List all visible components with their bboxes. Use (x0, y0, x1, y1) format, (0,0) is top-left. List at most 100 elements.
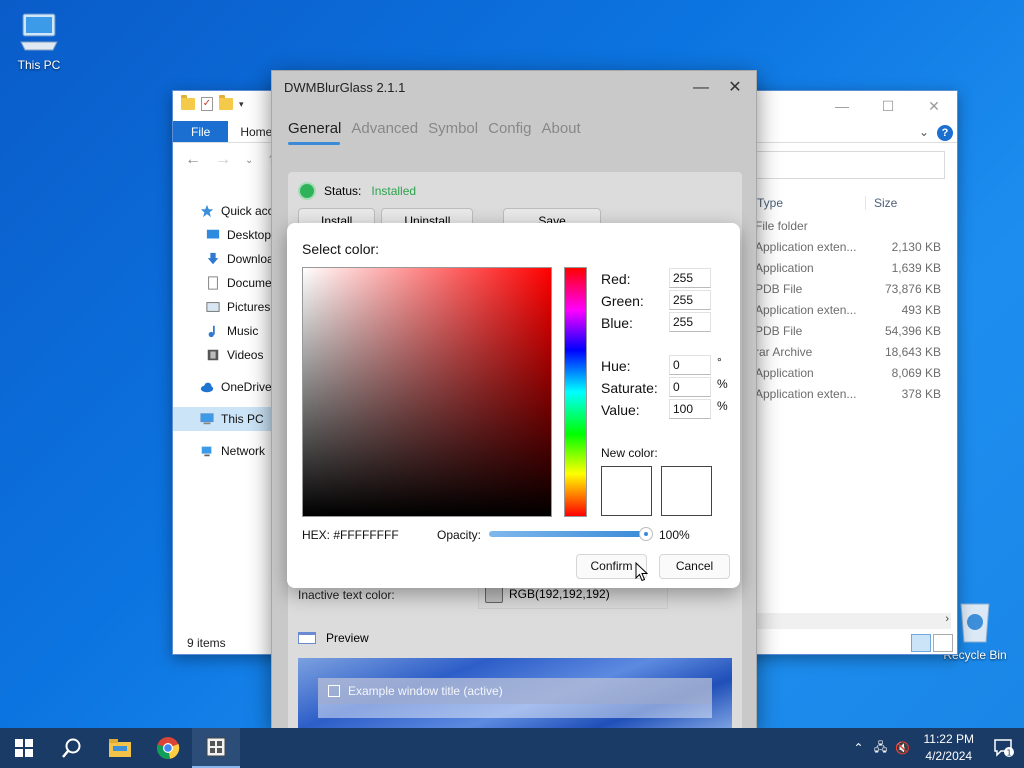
file-size-cell: 378 KB (901, 386, 941, 401)
active-tab-indicator (288, 142, 340, 145)
file-row[interactable]: PDB File 73,876 KB (755, 278, 957, 299)
minimize-icon[interactable]: — (819, 91, 865, 121)
file-type-cell: Application (755, 260, 814, 275)
file-size-cell: 8,069 KB (891, 365, 941, 380)
file-explorer-taskbar-button[interactable] (96, 728, 144, 768)
color-picker-dialog[interactable]: Select color: Red: 255 Green: 255 Blue: … (287, 223, 740, 588)
file-type-cell: Application exten... (755, 302, 857, 317)
action-center-button[interactable]: 1 (984, 738, 1024, 758)
sidebar-item-onedrive[interactable]: OneDrive (173, 375, 273, 399)
large-icons-view-icon[interactable] (933, 634, 953, 652)
details-view-icon[interactable] (911, 634, 931, 652)
sidebar-item-network[interactable]: Network (173, 439, 273, 463)
file-rows: File folder Application exten... 2,130 KB A… (755, 215, 957, 404)
new-color-preview (601, 466, 652, 516)
sidebar-item-label: Quick access (221, 204, 273, 218)
customize-arrow-icon[interactable]: ▾ (239, 99, 244, 110)
back-arrow-icon[interactable]: ← (185, 151, 201, 169)
sidebar-item-music[interactable]: Music (173, 319, 273, 343)
cloud-icon (200, 382, 214, 393)
preview-window-title: Example window title (active) (348, 684, 503, 698)
properties-icon[interactable]: ✓ (201, 97, 213, 111)
value-field[interactable]: 100 (669, 399, 711, 419)
desktop-icon-this-pc[interactable]: This PC (4, 10, 74, 72)
sidebar-item-desktop[interactable]: Desktop (173, 223, 273, 247)
sidebar-item-downloads[interactable]: Downloads (173, 247, 273, 271)
file-type-cell: Application exten... (755, 239, 857, 254)
windows-logo-icon (15, 739, 33, 757)
file-type-cell: Application exten... (755, 386, 857, 401)
opacity-slider-thumb[interactable] (639, 527, 653, 541)
sidebar-item-pictures[interactable]: Pictures (173, 295, 273, 319)
tab-about[interactable]: About (541, 120, 580, 137)
opacity-value: 100% (659, 528, 690, 542)
old-color-preview (661, 466, 712, 516)
tab-file[interactable]: File (173, 121, 229, 142)
hue-label: Hue: (601, 358, 631, 374)
preview-wallpaper: Example window title (active) (298, 658, 732, 729)
chrome-icon (156, 737, 180, 759)
network-tray-icon[interactable]: 🖧 (870, 738, 892, 759)
sidebar-item-videos[interactable]: Videos (173, 343, 273, 367)
scroll-right-icon[interactable]: › (945, 613, 949, 625)
tab-general[interactable]: General (288, 120, 341, 137)
horizontal-scrollbar[interactable]: › (755, 613, 951, 629)
search-icon (62, 738, 81, 758)
sidebar-item-quick-access[interactable]: Quick access (173, 199, 273, 223)
minimize-icon[interactable]: — (684, 73, 718, 103)
explorer-window-controls: — ☐ ✕ (819, 91, 957, 121)
file-size-cell: 54,396 KB (884, 323, 941, 338)
green-field[interactable]: 255 (669, 290, 711, 310)
tab-advanced[interactable]: Advanced (351, 120, 418, 137)
status-indicator-icon (300, 184, 314, 198)
hue-slider[interactable] (564, 267, 587, 517)
document-icon (208, 276, 218, 290)
column-header-size[interactable]: Size (865, 196, 945, 210)
column-headers: Type Size (755, 191, 957, 215)
column-header-type[interactable]: Type (755, 196, 865, 210)
maximize-icon[interactable]: ☐ (865, 91, 911, 121)
file-row[interactable]: rar Archive 18,643 KB (755, 341, 957, 362)
recent-chevron-icon[interactable]: ⌄ (245, 155, 253, 166)
saturate-field[interactable]: 0 (669, 377, 711, 397)
clock-time: 11:22 PM (923, 732, 974, 746)
show-hidden-icons-icon[interactable]: ⌃ (848, 741, 870, 755)
saturation-value-area[interactable] (302, 267, 552, 517)
window-controls: — ✕ (684, 73, 752, 103)
close-icon[interactable]: ✕ (911, 91, 957, 121)
file-row[interactable]: PDB File 54,396 KB (755, 320, 957, 341)
hue-field[interactable]: 0 (669, 355, 711, 375)
file-row[interactable]: Application exten... 493 KB (755, 299, 957, 320)
green-label: Green: (601, 293, 644, 309)
new-folder-icon[interactable] (219, 95, 233, 110)
blue-label: Blue: (601, 315, 633, 331)
sidebar-item-this-pc[interactable]: This PC (173, 407, 273, 431)
file-type-cell: rar Archive (755, 344, 813, 359)
search-input[interactable] (755, 151, 945, 179)
file-row[interactable]: File folder (755, 215, 957, 236)
opacity-slider[interactable] (489, 531, 649, 537)
cancel-button[interactable]: Cancel (659, 554, 730, 579)
search-button[interactable] (48, 728, 96, 768)
help-icon[interactable]: ? (937, 125, 953, 141)
navigation-pane: Quick access Desktop Downloads Documents… (173, 199, 273, 463)
dwmblurglass-taskbar-button[interactable] (192, 728, 240, 768)
status-item-count: 9 items (187, 636, 226, 650)
close-icon[interactable]: ✕ (718, 73, 752, 103)
clock[interactable]: 11:22 PM 4/2/2024 (914, 731, 984, 765)
red-field[interactable]: 255 (669, 268, 711, 288)
blue-field[interactable]: 255 (669, 312, 711, 332)
tab-config[interactable]: Config (488, 120, 531, 137)
volume-muted-icon[interactable]: 🔇 (892, 741, 914, 755)
expand-ribbon-icon[interactable]: ⌄ (919, 125, 929, 139)
chrome-taskbar-button[interactable] (144, 728, 192, 768)
file-row[interactable]: Application 1,639 KB (755, 257, 957, 278)
tab-symbol[interactable]: Symbol (428, 120, 478, 137)
desktop-icon-label: This PC (17, 58, 61, 72)
file-row[interactable]: Application exten... 378 KB (755, 383, 957, 404)
forward-arrow-icon[interactable]: → (215, 151, 231, 169)
file-row[interactable]: Application exten... 2,130 KB (755, 236, 957, 257)
file-row[interactable]: Application 8,069 KB (755, 362, 957, 383)
start-button[interactable] (0, 728, 48, 768)
sidebar-item-documents[interactable]: Documents (173, 271, 273, 295)
